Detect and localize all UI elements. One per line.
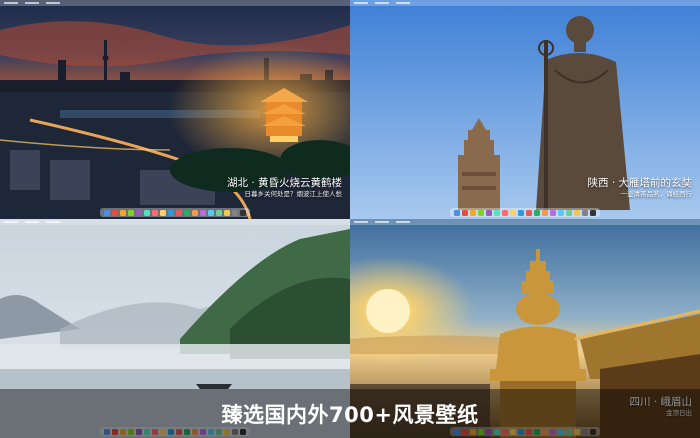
dock-app-icon[interactable] [144,209,150,216]
caption-subtitle: 一壶清茶品茗，诵经西行 [620,190,693,198]
dock-app-icon[interactable] [160,209,166,216]
dock [450,208,600,217]
dock-app-icon[interactable] [558,209,564,216]
dock-app-icon[interactable] [152,209,158,216]
dock-app-icon[interactable] [136,209,142,216]
dock-app-icon[interactable] [518,209,524,216]
dock-app-icon[interactable] [574,209,580,216]
menu-bar [0,219,350,225]
dock-app-icon[interactable] [192,209,198,216]
dock [100,208,250,217]
promo-banner: 臻选国内外700+风景壁纸 [0,389,700,438]
caption-title: 陕西 · 大雁塔前的玄奘 [587,177,692,189]
dock-app-icon[interactable] [176,209,182,216]
dock-app-icon[interactable] [168,209,174,216]
dock-app-icon[interactable] [462,209,468,216]
caption-title: 湖北 · 黄昏火烧云黄鹤楼 [226,177,342,189]
menu-bar [350,0,700,6]
dock-app-icon[interactable] [232,209,238,216]
caption-subtitle: 日暮乡关何处是？烟波江上使人愁 [244,190,343,198]
wallpaper-tile-yellow-crane-tower[interactable]: 湖北 · 黄昏火烧云黄鹤楼 日暮乡关何处是？烟波江上使人愁 [0,0,350,219]
dock-app-icon[interactable] [542,209,548,216]
dock-app-icon[interactable] [200,209,206,216]
dock-app-icon[interactable] [486,209,492,216]
dock-app-icon[interactable] [216,209,222,216]
dock-app-icon[interactable] [208,209,214,216]
wallpaper-caption: 陕西 · 大雁塔前的玄奘 一壶清茶品茗，诵经西行 [587,177,692,199]
dock-app-icon[interactable] [590,209,596,216]
dock-app-icon[interactable] [184,209,190,216]
dock-app-icon[interactable] [582,209,588,216]
dock-app-icon[interactable] [510,209,516,216]
wallpaper-caption: 湖北 · 黄昏火烧云黄鹤楼 日暮乡关何处是？烟波江上使人愁 [227,177,342,199]
dock-app-icon[interactable] [112,209,118,216]
dock-app-icon[interactable] [502,209,508,216]
dock-app-icon[interactable] [224,209,230,216]
wallpaper-tile-xuanzang-pagoda[interactable]: 陕西 · 大雁塔前的玄奘 一壶清茶品茗，诵经西行 [350,0,700,219]
dock-app-icon[interactable] [494,209,500,216]
dock-app-icon[interactable] [478,209,484,216]
menu-bar [0,0,350,6]
dock-app-icon[interactable] [240,209,246,216]
dock-app-icon[interactable] [470,209,476,216]
promo-banner-text: 臻选国内外700+风景壁纸 [221,402,479,427]
wallpaper-grid: 湖北 · 黄昏火烧云黄鹤楼 日暮乡关何处是？烟波江上使人愁 陕西 · 大雁塔前的… [0,0,700,438]
dock-app-icon[interactable] [550,209,556,216]
dock-app-icon[interactable] [104,209,110,216]
dock-app-icon[interactable] [534,209,540,216]
dock-app-icon[interactable] [566,209,572,216]
dock-app-icon[interactable] [526,209,532,216]
dock-app-icon[interactable] [454,209,460,216]
dock-app-icon[interactable] [128,209,134,216]
dock-app-icon[interactable] [120,209,126,216]
menu-bar [350,219,700,225]
